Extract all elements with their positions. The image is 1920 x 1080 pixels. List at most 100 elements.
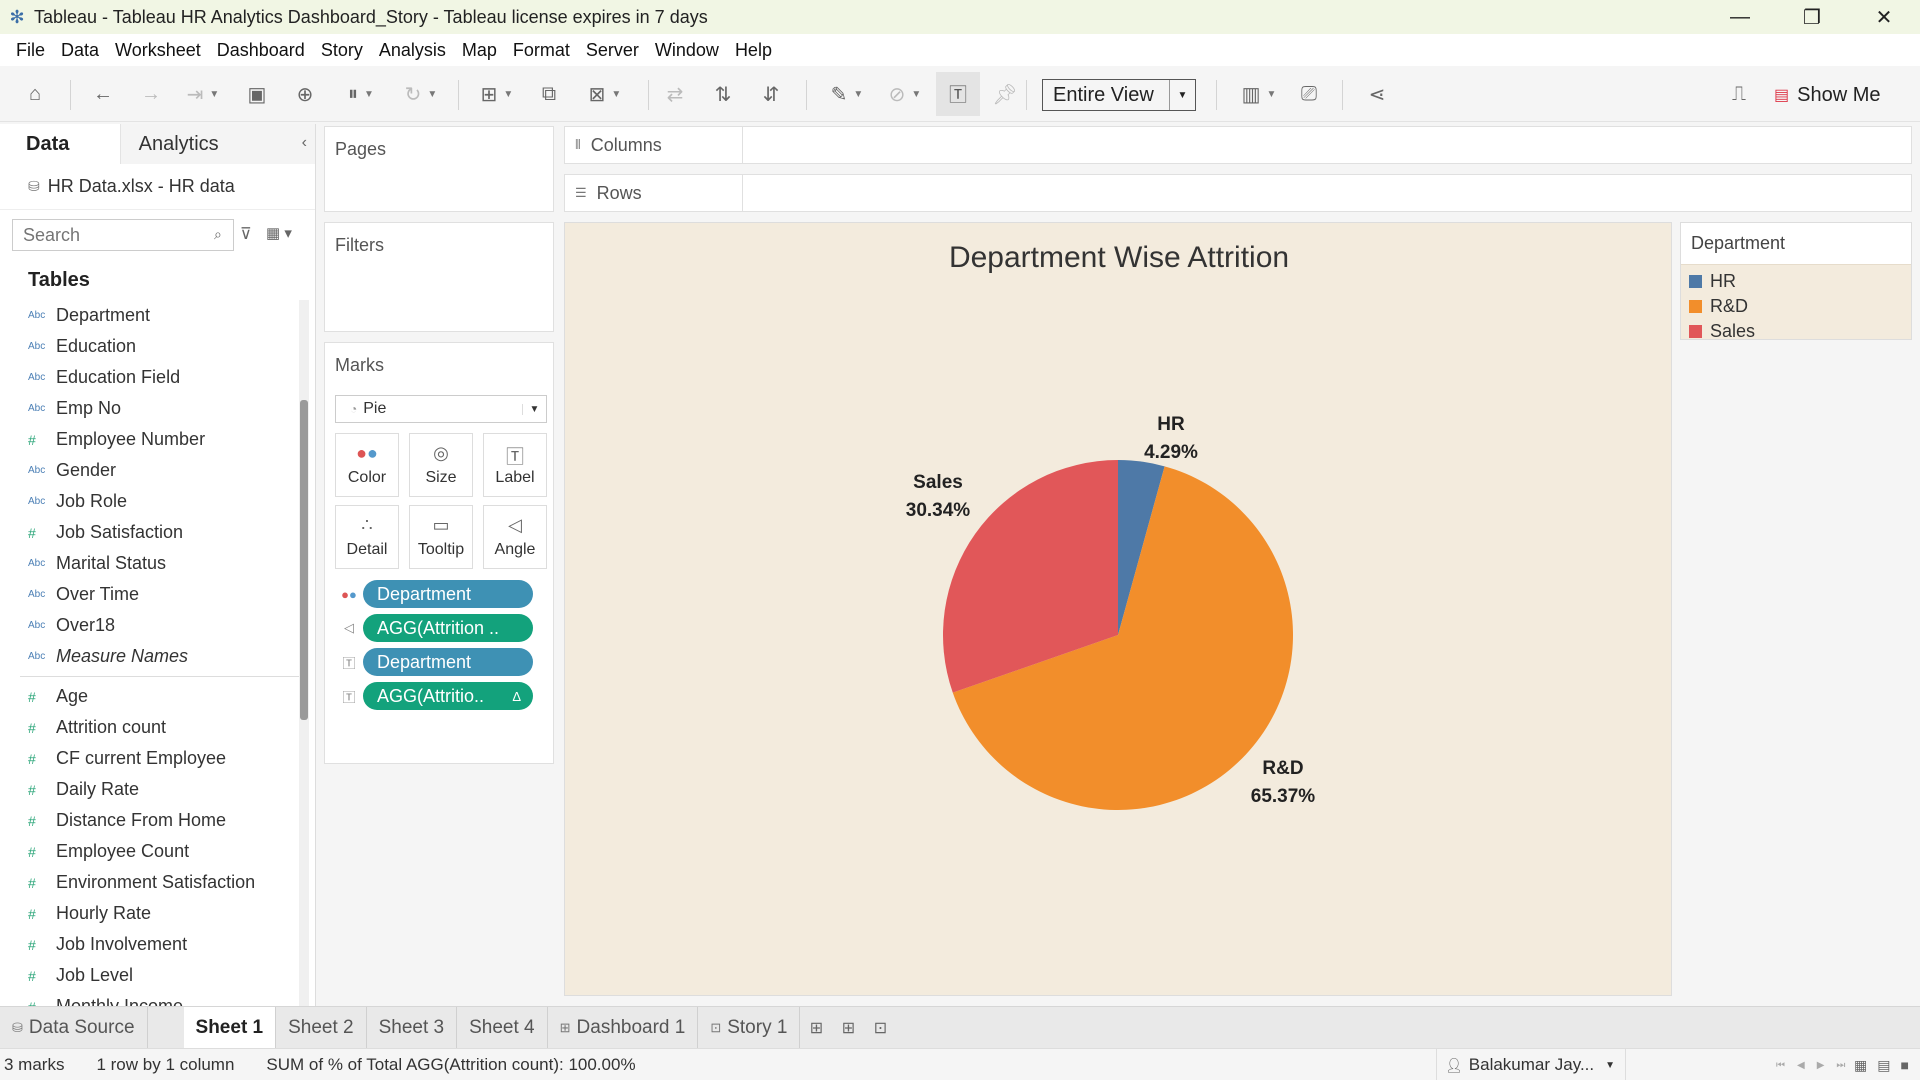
show-me-button[interactable]: ▤ Show Me — [1774, 79, 1881, 111]
tab-dashboard-1[interactable]: ⊞ Dashboard 1 — [548, 1006, 699, 1049]
save-icon[interactable]: ▣ — [242, 76, 272, 112]
columns-shelf[interactable]: ⦀ Columns — [564, 126, 1912, 164]
minimize-button[interactable]: — — [1704, 0, 1776, 34]
scrollbar[interactable] — [299, 300, 309, 1006]
last-page-icon[interactable]: ⏭ — [1836, 1060, 1845, 1071]
field-item[interactable]: #Monthly Income — [0, 991, 315, 1006]
filters-card[interactable]: Filters — [324, 222, 554, 332]
viz-canvas[interactable]: Department Wise Attrition HR 4.29% R&D 65.3… — [564, 222, 1672, 996]
search-input[interactable] — [12, 219, 234, 251]
field-item[interactable]: Abc Department — [0, 300, 315, 331]
new-dashboard-icon[interactable]: ⊞ — [832, 1007, 864, 1049]
new-datasource-icon[interactable]: ⊕ — [290, 76, 320, 112]
new-worksheet-icon[interactable]: ⊞ ▼ — [472, 76, 522, 112]
attrition-label-pill[interactable]: AGG(Attritio.. Δ — [363, 682, 533, 710]
pie-chart[interactable] — [565, 223, 1673, 997]
undo-icon[interactable]: ← — [88, 76, 118, 112]
tab-sheet-3[interactable]: Sheet 3 — [367, 1006, 458, 1049]
list-view-icon[interactable]: ▤ — [1877, 1057, 1890, 1074]
tooltip-button[interactable]: ▭ Tooltip — [409, 505, 473, 569]
pin-icon[interactable]: 📌︎ — [990, 76, 1020, 112]
first-page-icon[interactable]: ⏮ — [1776, 1060, 1785, 1071]
show-mark-labels-button[interactable]: 🅃 — [936, 72, 980, 116]
rows-shelf[interactable]: ☰ Rows — [564, 174, 1912, 212]
field-item[interactable]: Abc Gender — [0, 455, 315, 486]
field-item[interactable]: # Environment Satisfaction — [0, 867, 315, 898]
user-menu[interactable]: 👤︎ Balakumar Jay... ▼ — [1436, 1049, 1626, 1080]
pause-updates-icon[interactable]: ⏸ ▼ — [336, 76, 386, 112]
tab-data[interactable]: Data — [0, 124, 120, 164]
tab-sheet-4[interactable]: Sheet 4 — [457, 1006, 548, 1049]
menu-analysis[interactable]: Analysis — [371, 40, 454, 61]
menu-server[interactable]: Server — [578, 40, 647, 61]
field-item[interactable]: Abc Education — [0, 331, 315, 362]
pages-card[interactable]: Pages — [324, 126, 554, 212]
department-label-pill[interactable]: Department — [363, 648, 533, 676]
tab-analytics[interactable]: Analytics — [119, 124, 315, 164]
view-options-icon[interactable]: ▦ ▾ — [266, 224, 292, 242]
department-color-pill[interactable]: Department — [363, 580, 533, 608]
restore-button[interactable]: ❐ — [1776, 0, 1848, 34]
field-item[interactable]: # Distance From Home — [0, 805, 315, 836]
mark-type-dropdown[interactable]: ◔ Pie ▼ — [335, 395, 547, 423]
home-icon[interactable]: ⌂ — [20, 76, 50, 112]
menu-format[interactable]: Format — [505, 40, 578, 61]
field-item[interactable]: Abc Measure Names — [0, 641, 315, 672]
field-item[interactable]: # Job Level — [0, 960, 315, 991]
next-page-icon[interactable]: ▶ — [1817, 1060, 1825, 1071]
field-item[interactable]: Abc Over Time — [0, 579, 315, 610]
grid-view-icon[interactable]: ▦ — [1854, 1057, 1867, 1074]
sort-descending-icon[interactable]: ⇵ — [756, 76, 786, 112]
legend-item[interactable]: Sales — [1681, 319, 1911, 344]
menu-data[interactable]: Data — [53, 40, 107, 61]
field-item[interactable]: Abc Emp No — [0, 393, 315, 424]
label-button[interactable]: 🅃 Label — [483, 433, 547, 497]
tab-story-1[interactable]: ⊡ Story 1 — [698, 1006, 801, 1049]
menu-worksheet[interactable]: Worksheet — [107, 40, 209, 61]
duplicate-icon[interactable]: ⧉ — [534, 76, 564, 112]
group-icon[interactable]: ⊘ ▼ — [880, 76, 930, 112]
menu-map[interactable]: Map — [454, 40, 505, 61]
legend-item[interactable]: R&D — [1681, 294, 1911, 319]
close-button[interactable]: ✕ — [1848, 0, 1920, 34]
filmstrip-view-icon[interactable]: ■ — [1900, 1057, 1908, 1073]
format-painter-icon[interactable]: ⎍ — [1724, 76, 1754, 112]
field-item[interactable]: Abc Marital Status — [0, 548, 315, 579]
field-item[interactable]: Abc Over18 — [0, 610, 315, 641]
highlight-icon[interactable]: ✎ ▼ — [822, 76, 872, 112]
clear-sheet-icon[interactable]: ⊠ ▼ — [580, 76, 630, 112]
color-button[interactable]: ●● Color — [335, 433, 399, 497]
menu-story[interactable]: Story — [313, 40, 371, 61]
field-item[interactable]: # Age — [0, 681, 315, 712]
new-story-icon[interactable]: ⊡ — [864, 1007, 896, 1049]
menu-window[interactable]: Window — [647, 40, 727, 61]
size-button[interactable]: ◎ Size — [409, 433, 473, 497]
field-item[interactable]: Abc Education Field — [0, 362, 315, 393]
menu-help[interactable]: Help — [727, 40, 780, 61]
field-item[interactable]: # Job Involvement — [0, 929, 315, 960]
tab-sheet-2[interactable]: Sheet 2 — [276, 1006, 367, 1049]
sort-ascending-icon[interactable]: ⇅ — [708, 76, 738, 112]
data-source-item[interactable]: ⛁ HR Data.xlsx - HR data — [0, 164, 315, 210]
show-cards-icon[interactable]: ▥ ▼ — [1234, 76, 1284, 112]
attrition-angle-pill[interactable]: AGG(Attrition .. — [363, 614, 533, 642]
menu-file[interactable]: File — [8, 40, 53, 61]
tab-sheet-1[interactable]: Sheet 1 — [183, 1006, 277, 1049]
collapse-icon[interactable]: ‹ — [302, 134, 307, 152]
field-item[interactable]: # Employee Count — [0, 836, 315, 867]
share-icon[interactable]: ⋖ — [1362, 76, 1392, 112]
field-item[interactable]: # CF current Employee — [0, 743, 315, 774]
menu-dashboard[interactable]: Dashboard — [209, 40, 313, 61]
new-worksheet-icon[interactable]: ⊞ — [800, 1007, 832, 1049]
redo-icon[interactable]: → — [136, 76, 166, 112]
field-item[interactable]: # Hourly Rate — [0, 898, 315, 929]
field-item[interactable]: Abc Job Role — [0, 486, 315, 517]
scrollbar-thumb[interactable] — [300, 400, 308, 720]
fit-dropdown[interactable]: Entire View ▼ — [1042, 79, 1196, 111]
replay-icon[interactable]: ⇥ ▼ — [180, 76, 226, 112]
detail-button[interactable]: ∴ Detail — [335, 505, 399, 569]
prev-page-icon[interactable]: ◀ — [1797, 1060, 1805, 1071]
field-item[interactable]: # Attrition count — [0, 712, 315, 743]
angle-button[interactable]: ◁ Angle — [483, 505, 547, 569]
field-item[interactable]: # Employee Number — [0, 424, 315, 455]
